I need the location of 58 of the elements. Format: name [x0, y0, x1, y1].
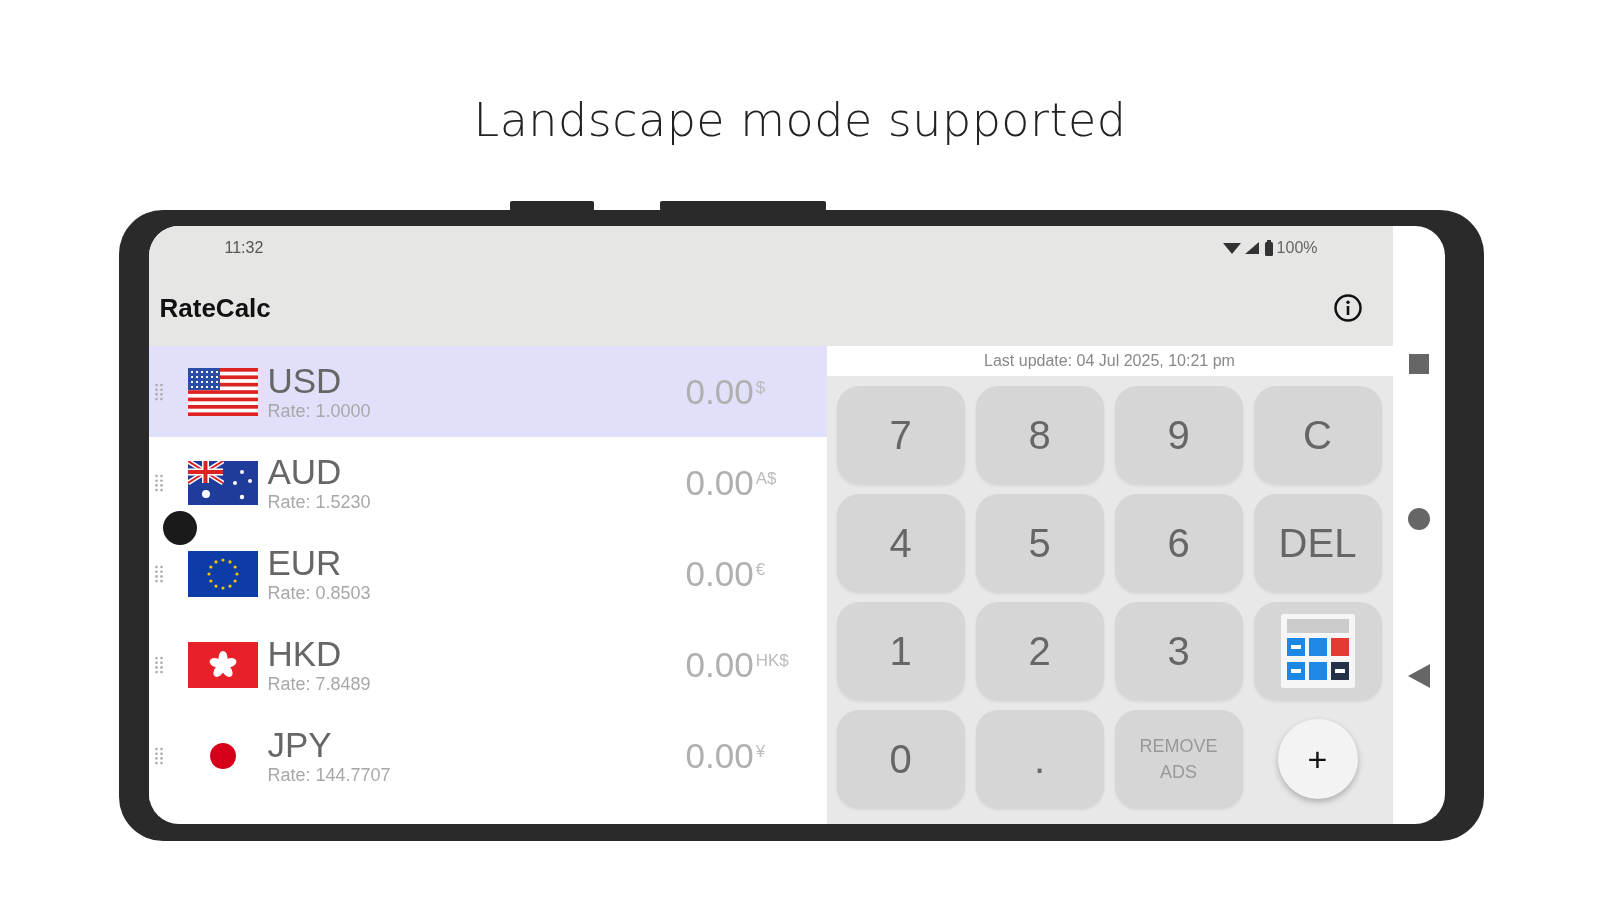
currency-symbol: A$ — [755, 468, 777, 489]
keypad-key[interactable]: 6 — [1114, 494, 1243, 592]
info-icon[interactable] — [1332, 293, 1363, 323]
add-currency-button[interactable]: + — [1277, 719, 1358, 799]
flag-icon — [208, 741, 237, 770]
currency-code: USD — [267, 361, 343, 401]
drag-handle-icon[interactable] — [153, 654, 164, 675]
amount-value: 0.00 — [685, 553, 754, 594]
keypad-key[interactable]: 0 — [836, 710, 965, 808]
amount-value: 0.00 — [685, 462, 754, 503]
status-time: 11:32 — [224, 239, 264, 257]
home-icon[interactable] — [1407, 508, 1430, 530]
keypad-key[interactable]: 1 — [836, 602, 965, 700]
back-icon[interactable] — [1407, 664, 1430, 688]
amount-value: 0.00 — [685, 644, 754, 685]
keypad-key[interactable]: 7 — [836, 386, 965, 484]
currency-code: JPY — [267, 725, 333, 765]
calculator-icon — [1280, 614, 1355, 688]
exchange-rate: Rate: 1.5230 — [267, 492, 372, 513]
flag-icon — [187, 641, 258, 688]
keypad-key[interactable]: 2 — [975, 602, 1104, 700]
keypad-key[interactable]: DEL — [1253, 494, 1382, 592]
drag-handle-icon[interactable] — [153, 381, 164, 402]
drag-handle-icon[interactable] — [153, 745, 164, 766]
recents-icon[interactable] — [1408, 354, 1429, 374]
exchange-rate: Rate: 1.0000 — [267, 401, 372, 422]
exchange-rate: Rate: 144.7707 — [267, 765, 392, 786]
app-title: RateCalc — [159, 292, 271, 324]
currency-row[interactable]: USD Rate: 1.0000 0.00$ — [148, 346, 827, 437]
last-update-text: Last update: 04 Jul 2025, 10:21 pm — [826, 346, 1393, 376]
exchange-rate: Rate: 7.8489 — [267, 674, 372, 695]
keypad-key[interactable]: . — [975, 710, 1104, 808]
keypad-key[interactable]: 3 — [1114, 602, 1243, 700]
keypad-key[interactable]: 9 — [1114, 386, 1243, 484]
currency-code: HKD — [267, 634, 343, 674]
currency-symbol: ¥ — [755, 741, 766, 762]
amount-value: 0.00 — [685, 735, 754, 776]
battery-percent: 100% — [1276, 239, 1318, 257]
currency-symbol: $ — [755, 377, 766, 398]
currency-symbol: € — [755, 559, 766, 580]
keypad-key[interactable]: C — [1253, 386, 1382, 484]
currency-symbol: HK$ — [755, 650, 789, 671]
currency-code: AUD — [267, 452, 343, 492]
headline: Landscape mode supported — [473, 92, 1127, 148]
keypad-key[interactable]: 5 — [975, 494, 1104, 592]
exchange-rate: Rate: 0.8503 — [267, 583, 372, 604]
amount-value: 0.00 — [685, 371, 754, 412]
keypad-key[interactable]: 4 — [836, 494, 965, 592]
signal-icon — [1222, 240, 1261, 256]
flag-icon — [187, 460, 258, 505]
keypad-key[interactable]: 8 — [975, 386, 1104, 484]
flag-icon — [187, 550, 258, 597]
currency-code: EUR — [267, 543, 343, 583]
drag-handle-icon[interactable] — [153, 563, 164, 584]
battery-icon — [1264, 240, 1273, 256]
calculator-button[interactable] — [1253, 602, 1382, 700]
drag-handle-icon[interactable] — [153, 472, 164, 493]
flag-icon — [187, 367, 258, 416]
